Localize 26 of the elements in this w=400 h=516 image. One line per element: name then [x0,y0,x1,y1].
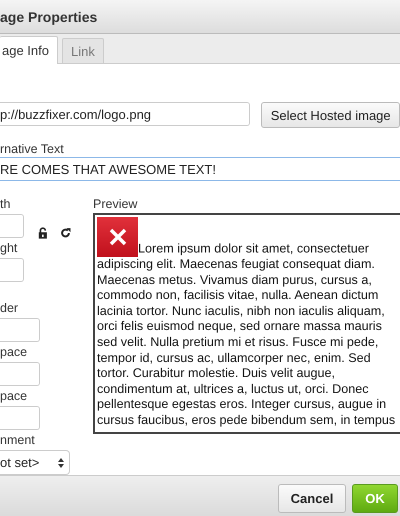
field-label: pace [0,344,28,360]
updown-icon [58,456,64,468]
field-label: der [0,300,20,316]
refresh-icon[interactable] [60,226,71,240]
select-hosted-image-button[interactable]: Select Hosted image [261,102,400,128]
field-label: th [0,196,12,212]
url-field[interactable]: p://buzzfixer.com/logo.png [0,102,250,126]
tab[interactable]: Link [62,38,104,63]
preview-text: Lorem ipsum dolor sit amet, consectetuer adipiscing elit. Maecenas feugiat consequat diam. Maecenas metus. Vivamus diam purus, cursus a, commodo non, facilisis vitae, nulla. Aenean dictum lacinia tortor. Nunc iaculis, nibh non iaculis aliquam, orci felis euismod neque, sed ornare massa mauris sed velit. Nulla pretium mi et risus. Fusce mi pede, tempor id, cursus ac, ullamcorper nec, enim. Sed tortor. Curabitur molestie. Duis velit augue, condimentum at, ultrices a, luctus ut, orci. Donec pellentesque egestas eros. Integer cursus, augue in cursus faucibus, eros pede bibendum sem, in tempus [97,241,396,427]
size-field[interactable] [0,214,24,238]
broken-image-icon [97,217,138,257]
field-label: rnative Text [0,141,65,157]
field-label: pace [0,388,28,404]
tab[interactable]: age Info [0,36,58,64]
spacing-field[interactable] [0,362,40,386]
alignment-select[interactable]: ot set> [0,450,70,475]
spacing-field[interactable] [0,318,40,342]
preview-label: Preview [93,196,138,212]
field-label: ght [0,240,18,256]
cancel-button[interactable]: Cancel [278,484,346,512]
alt-text-field[interactable]: RE COMES THAT AWESOME TEXT! [0,157,400,181]
lock-icon[interactable] [38,226,48,240]
spacing-field[interactable] [0,406,40,430]
size-field[interactable] [0,258,24,282]
window-title: age Properties [0,8,98,24]
field-label: nment [0,432,36,448]
